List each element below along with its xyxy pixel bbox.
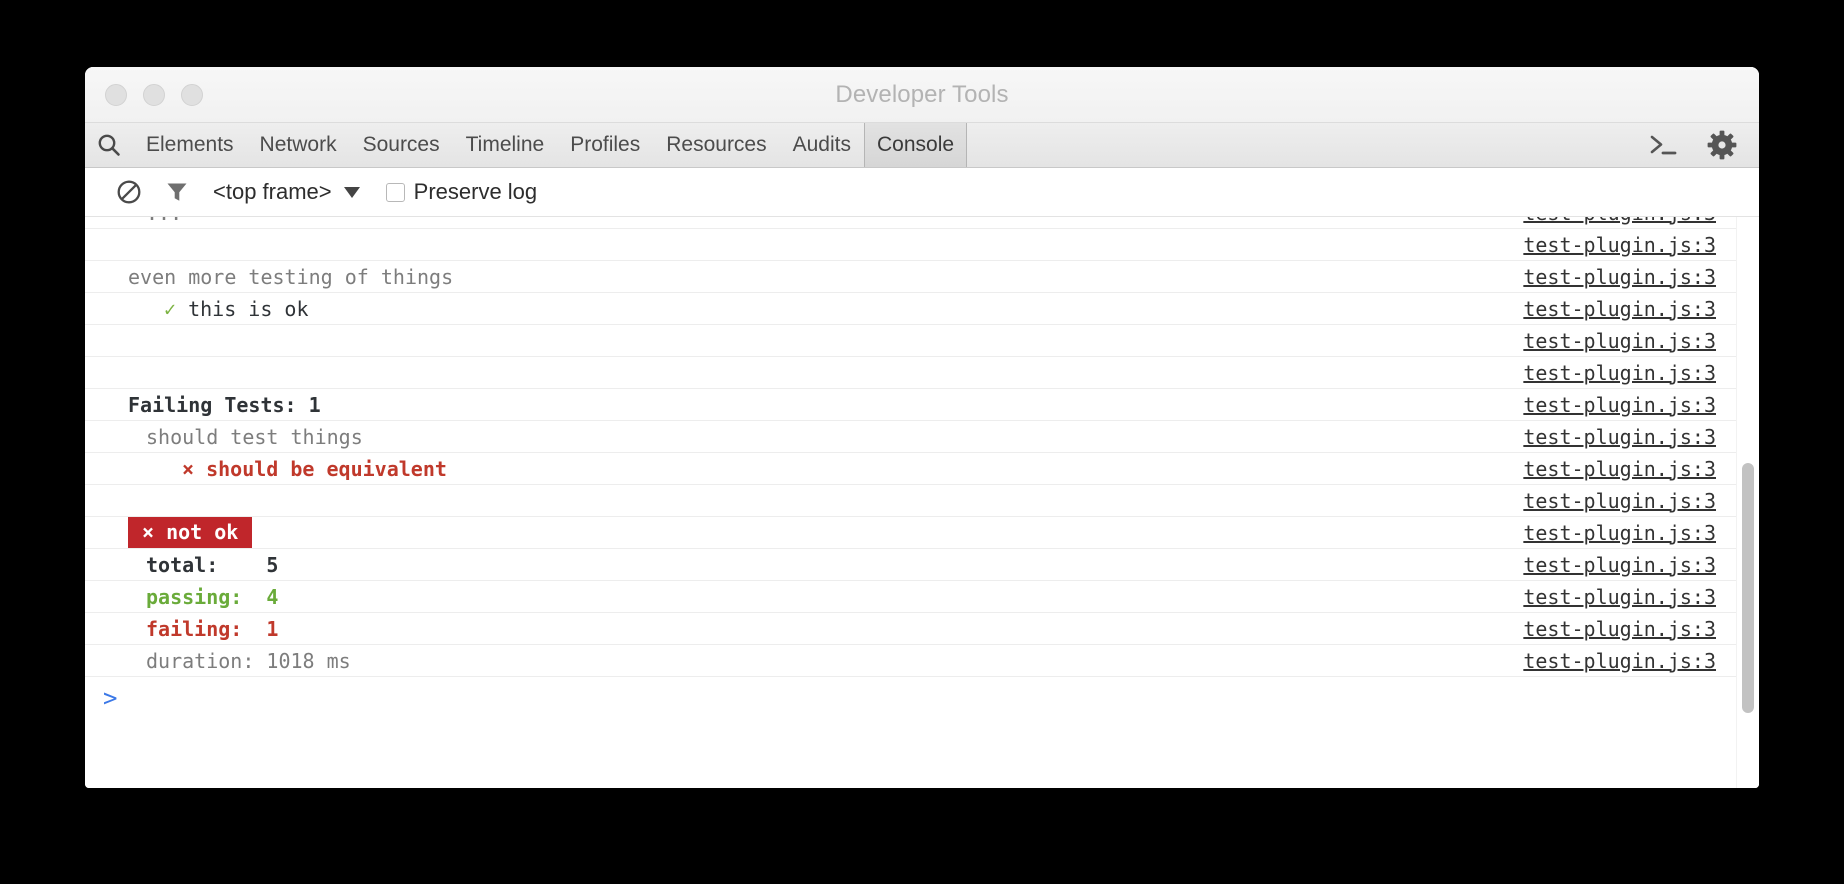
- console-source-link[interactable]: test-plugin.js:3: [1523, 265, 1716, 289]
- window-title: Developer Tools: [835, 80, 1009, 108]
- console-source-link[interactable]: test-plugin.js:3: [1523, 617, 1716, 641]
- console-message-row[interactable]: test-plugin.js:3: [85, 325, 1759, 357]
- console-message-row[interactable]: should test things test-plugin.js:3: [85, 421, 1759, 453]
- console-message-row[interactable]: test-plugin.js:3: [85, 485, 1759, 517]
- console-message-row[interactable]: ✓ this is ok test-plugin.js:3: [85, 293, 1759, 325]
- settings-gear-icon[interactable]: [1707, 130, 1737, 160]
- console-source-link[interactable]: test-plugin.js:3: [1523, 329, 1716, 353]
- console-message-text: duration: 1018 ms: [146, 648, 351, 673]
- pass-check-icon: ✓: [164, 296, 189, 321]
- console-message-area[interactable]: ...test-plugin.js:3test-plugin.js:3even …: [85, 217, 1759, 788]
- console-scrollbar[interactable]: [1736, 217, 1759, 788]
- console-message-text: passing: 4: [146, 584, 279, 609]
- console-message-text: Failing Tests: 1: [128, 392, 321, 417]
- preserve-log-label: Preserve log: [413, 179, 538, 204]
- console-message-text: failing: 1: [146, 616, 279, 641]
- console-source-link[interactable]: test-plugin.js:3: [1523, 297, 1716, 321]
- tab-resources[interactable]: Resources: [653, 123, 779, 167]
- console-source-link[interactable]: test-plugin.js:3: [1523, 521, 1716, 545]
- preserve-log-checkbox[interactable]: [385, 182, 405, 202]
- tab-network[interactable]: Network: [247, 123, 350, 167]
- tab-audits[interactable]: Audits: [780, 123, 864, 167]
- tab-timeline[interactable]: Timeline: [453, 123, 558, 167]
- tab-sources[interactable]: Sources: [350, 123, 453, 167]
- console-message-row[interactable]: × not ok test-plugin.js:3: [85, 517, 1759, 549]
- search-icon[interactable]: [85, 123, 133, 167]
- frame-selector-value: <top frame>: [213, 179, 332, 204]
- tab-profiles[interactable]: Profiles: [557, 123, 653, 167]
- console-message-text: × should be equivalent: [182, 456, 447, 481]
- tab-label: Timeline: [465, 133, 545, 156]
- console-source-link[interactable]: test-plugin.js:3: [1523, 489, 1716, 513]
- tab-label: Profiles: [570, 133, 641, 156]
- tabstrip-right-icons: [1647, 123, 1759, 167]
- tab-label: Sources: [362, 133, 440, 156]
- tab-label: Resources: [666, 133, 767, 156]
- panel-tabstrip: Elements Network Sources Timeline Profiles Re…: [85, 123, 1759, 168]
- console-source-link[interactable]: test-plugin.js:3: [1523, 425, 1716, 449]
- console-scrollbar-thumb[interactable]: [1742, 463, 1754, 713]
- tab-elements[interactable]: Elements: [133, 123, 247, 167]
- tab-label: Console: [877, 133, 955, 156]
- console-drawer-icon[interactable]: [1647, 132, 1681, 158]
- tab-label: Elements: [146, 133, 234, 156]
- chevron-down-icon: [343, 186, 360, 198]
- console-source-link[interactable]: test-plugin.js:3: [1523, 233, 1716, 257]
- console-source-link[interactable]: test-plugin.js:3: [1523, 553, 1716, 577]
- console-source-link[interactable]: test-plugin.js:3: [1523, 649, 1716, 673]
- console-message-row[interactable]: Failing Tests: 1 test-plugin.js:3: [85, 389, 1759, 421]
- window-titlebar: Developer Tools: [85, 67, 1759, 123]
- console-toolbar: <top frame> Preserve log: [85, 168, 1759, 217]
- console-message-text: ...: [85, 217, 182, 223]
- filter-funnel-icon[interactable]: [153, 179, 201, 205]
- console-source-link[interactable]: test-plugin.js:3: [1523, 585, 1716, 609]
- console-message-text: total: 5: [146, 552, 279, 577]
- preserve-log-toggle[interactable]: Preserve log: [385, 179, 538, 205]
- console-source-link[interactable]: test-plugin.js:3: [1523, 361, 1716, 385]
- console-message-row[interactable]: × should be equivalent test-plugin.js:3: [85, 453, 1759, 485]
- console-message-row[interactable]: failing: 1 test-plugin.js:3: [85, 613, 1759, 645]
- devtools-window: Developer Tools Elements Network Sources Ti…: [85, 67, 1759, 788]
- console-message-text: even more testing of things: [128, 264, 454, 289]
- console-source-link[interactable]: test-plugin.js:3: [1523, 457, 1716, 481]
- tab-label: Audits: [792, 133, 851, 156]
- console-message-row[interactable]: test-plugin.js:3: [85, 357, 1759, 389]
- console-message-row[interactable]: total: 5 test-plugin.js:3: [85, 549, 1759, 581]
- console-message-text: ✓ this is ok: [85, 299, 309, 319]
- console-message-row[interactable]: ... test-plugin.js:3: [85, 217, 1759, 229]
- console-message-text: this is ok: [188, 296, 309, 321]
- console-prompt-row[interactable]: >: [85, 677, 1759, 719]
- console-prompt-input[interactable]: [117, 677, 1759, 719]
- tab-label: Network: [259, 133, 337, 156]
- console-message-row[interactable]: passing: 4 test-plugin.js:3: [85, 581, 1759, 613]
- frame-selector[interactable]: <top frame>: [213, 179, 360, 205]
- screen: Developer Tools Elements Network Sources Ti…: [0, 0, 1844, 884]
- clear-console-icon[interactable]: [105, 179, 153, 205]
- console-message-list: ...test-plugin.js:3test-plugin.js:3even …: [85, 217, 1759, 719]
- prompt-caret-icon: >: [103, 684, 118, 712]
- not-ok-badge: × not ok: [128, 517, 253, 548]
- console-source-link[interactable]: test-plugin.js:3: [1523, 217, 1716, 225]
- console-message-row[interactable]: test-plugin.js:3: [85, 229, 1759, 261]
- console-source-link[interactable]: test-plugin.js:3: [1523, 393, 1716, 417]
- console-message-row[interactable]: even more testing of things test-plugin.j…: [85, 261, 1759, 293]
- tab-console[interactable]: Console: [864, 123, 968, 167]
- tabs-container: Elements Network Sources Timeline Profiles Re…: [133, 123, 968, 167]
- console-message-row[interactable]: duration: 1018 ms test-plugin.js:3: [85, 645, 1759, 677]
- console-message-text: should test things: [146, 424, 363, 449]
